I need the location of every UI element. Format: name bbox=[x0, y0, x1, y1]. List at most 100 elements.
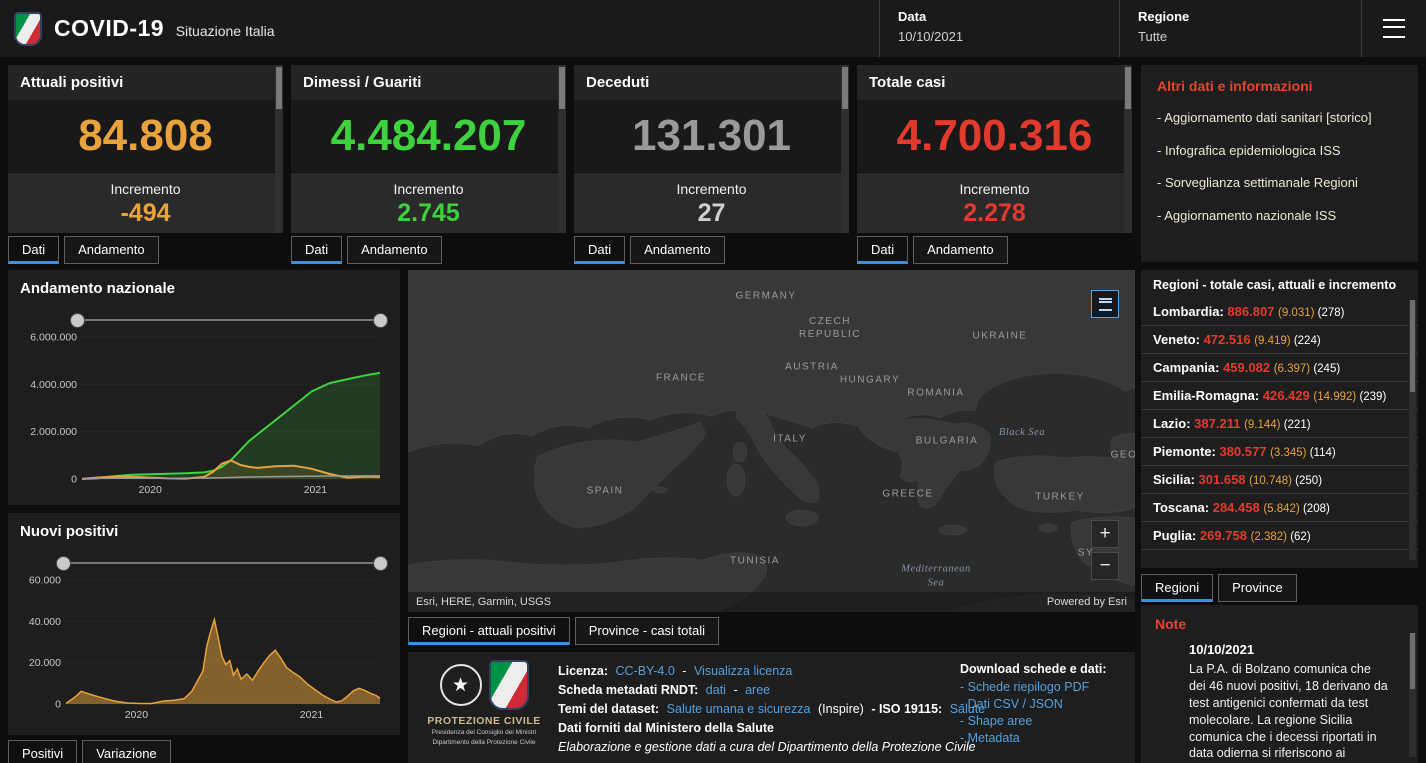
notes-scrollbar[interactable] bbox=[1409, 633, 1416, 757]
date-value: 10/10/2021 bbox=[898, 29, 1101, 44]
scrollbar-thumb[interactable] bbox=[559, 67, 565, 109]
stat-card-value: 4.484.207 bbox=[291, 100, 566, 172]
notes-panel: Note 10/10/2021 La P.A. di Bolzano comun… bbox=[1141, 605, 1418, 763]
time-range-slider[interactable] bbox=[58, 554, 386, 572]
info-link-infografica-iss[interactable]: - Infografica epidemiologica ISS bbox=[1157, 142, 1402, 160]
date-filter[interactable]: Data 10/10/2021 bbox=[879, 0, 1119, 57]
tab-positivi[interactable]: Positivi bbox=[8, 740, 77, 763]
info-panel: Altri dati e informazioni - Aggiornament… bbox=[1141, 65, 1418, 262]
tab-regioni[interactable]: Regioni bbox=[1141, 574, 1213, 602]
tab-andamento[interactable]: Andamento bbox=[64, 236, 159, 264]
increment-label: Incremento bbox=[8, 173, 283, 197]
tab-andamento[interactable]: Andamento bbox=[347, 236, 442, 264]
nuovi-positivi-chart: 60.00040.00020.000020202021 bbox=[20, 574, 388, 722]
region-increment: (250) bbox=[1295, 475, 1322, 487]
tab-dati[interactable]: Dati bbox=[574, 236, 625, 264]
region-row[interactable]: Sicilia: 301.658 (10.748) (250) bbox=[1141, 466, 1418, 494]
andamento-chart: 6.000.0004.000.0002.000.000020202021 bbox=[20, 331, 388, 497]
scrollbar-thumb[interactable] bbox=[1410, 633, 1415, 689]
region-row[interactable]: Toscana: 284.458 (5.842) (208) bbox=[1141, 494, 1418, 522]
tab-dati[interactable]: Dati bbox=[8, 236, 59, 264]
license-line: Licenza: CC-BY-4.0 - Visualizza licenza bbox=[558, 662, 958, 681]
tab-andamento[interactable]: Andamento bbox=[630, 236, 725, 264]
time-slider-handle-end[interactable] bbox=[373, 313, 388, 328]
download-metadata-link[interactable]: - Metadata bbox=[960, 730, 1130, 747]
regions-panel-title: Regioni - totale casi, attuali e increme… bbox=[1141, 270, 1418, 298]
info-link-aggiornamento-sanitari[interactable]: - Aggiornamento dati sanitari [storico] bbox=[1157, 109, 1402, 127]
region-total: 301.658 bbox=[1199, 472, 1250, 487]
region-total: 459.082 bbox=[1223, 360, 1274, 375]
licenza-link[interactable]: CC-BY-4.0 bbox=[616, 664, 675, 678]
time-slider-handle-end[interactable] bbox=[373, 556, 388, 571]
scrollbar-thumb[interactable] bbox=[1125, 67, 1131, 109]
region-attuali: (2.382) bbox=[1251, 531, 1291, 543]
map-legend-button[interactable] bbox=[1091, 290, 1119, 318]
logo-text: PROTEZIONE CIVILE bbox=[420, 715, 548, 727]
stat-card-dimessi-guariti: Dimessi / Guariti 4.484.207 Incremento 2… bbox=[291, 65, 566, 233]
tab-dati[interactable]: Dati bbox=[857, 236, 908, 264]
region-row[interactable]: Piemonte: 380.577 (3.345) (114) bbox=[1141, 438, 1418, 466]
svg-text:2021: 2021 bbox=[300, 709, 324, 721]
region-name: Sicilia: bbox=[1153, 472, 1199, 487]
tab-province[interactable]: Province bbox=[1218, 574, 1297, 602]
tab-regioni-attuali-positivi[interactable]: Regioni - attuali positivi bbox=[408, 617, 570, 645]
zoom-in-button[interactable]: + bbox=[1091, 520, 1119, 548]
fonte-line: Dati forniti dal Ministero della Salute bbox=[558, 719, 958, 738]
svg-text:2020: 2020 bbox=[139, 484, 163, 496]
map-canvas[interactable] bbox=[408, 270, 1135, 612]
region-row[interactable]: Lazio: 387.211 (9.144) (221) bbox=[1141, 410, 1418, 438]
region-row[interactable]: Emilia-Romagna: 426.429 (14.992) (239) bbox=[1141, 382, 1418, 410]
region-row[interactable]: Campania: 459.082 (6.397) (245) bbox=[1141, 354, 1418, 382]
region-total: 380.577 bbox=[1219, 444, 1270, 459]
info-link-aggiornamento-iss[interactable]: - Aggiornamento nazionale ISS bbox=[1157, 207, 1402, 225]
region-name: Puglia: bbox=[1153, 528, 1200, 543]
increment-section: Incremento 2.278 bbox=[857, 172, 1132, 233]
download-schede-pdf-link[interactable]: - Schede riepilogo PDF bbox=[960, 679, 1130, 696]
metadati-aree-link[interactable]: aree bbox=[745, 683, 770, 697]
increment-label: Incremento bbox=[857, 173, 1132, 197]
region-increment: (62) bbox=[1290, 531, 1310, 543]
regions-scrollbar[interactable] bbox=[1409, 300, 1416, 560]
metadati-dati-link[interactable]: dati bbox=[706, 683, 726, 697]
zoom-out-button[interactable]: − bbox=[1091, 552, 1119, 580]
increment-section: Incremento 2.745 bbox=[291, 172, 566, 233]
slider-track bbox=[62, 562, 382, 564]
tab-andamento[interactable]: Andamento bbox=[913, 236, 1008, 264]
region-row[interactable]: Veneto: 472.516 (9.419) (224) bbox=[1141, 326, 1418, 354]
download-shape-aree-link[interactable]: - Shape aree bbox=[960, 713, 1130, 730]
menu-button[interactable] bbox=[1361, 0, 1426, 57]
increment-value: -494 bbox=[8, 199, 283, 228]
region-attuali: (6.397) bbox=[1274, 363, 1314, 375]
stat-card-scrollbar[interactable] bbox=[1124, 65, 1132, 233]
powered-by-esri: Powered by Esri bbox=[1047, 596, 1127, 608]
region-attuali: (9.144) bbox=[1244, 419, 1284, 431]
stat-card-scrollbar[interactable] bbox=[275, 65, 283, 233]
info-link-sorveglianza-regioni[interactable]: - Sorveglianza settimanale Regioni bbox=[1157, 174, 1402, 192]
stat-card-title: Dimessi / Guariti bbox=[291, 65, 566, 100]
logo-subtext-2: Dipartimento della Protezione Civile bbox=[420, 739, 548, 747]
region-filter[interactable]: Regione Tutte bbox=[1119, 0, 1361, 57]
region-row[interactable]: Puglia: 269.758 (2.382) (62) bbox=[1141, 522, 1418, 550]
region-name: Lombardia: bbox=[1153, 304, 1227, 319]
download-csv-json-link[interactable]: - Dati CSV / JSON bbox=[960, 696, 1130, 713]
time-slider-handle-start[interactable] bbox=[56, 556, 71, 571]
tab-variazione[interactable]: Variazione bbox=[82, 740, 170, 763]
stat-col-deceduti: Deceduti 131.301 Incremento 27 Dati Anda… bbox=[574, 65, 849, 264]
scrollbar-thumb[interactable] bbox=[842, 67, 848, 109]
app-subtitle: Situazione Italia bbox=[176, 23, 275, 39]
increment-label: Incremento bbox=[574, 173, 849, 197]
app-title: COVID-19 bbox=[54, 15, 164, 41]
tab-dati[interactable]: Dati bbox=[291, 236, 342, 264]
stat-card-scrollbar[interactable] bbox=[841, 65, 849, 233]
region-row[interactable]: Lombardia: 886.807 (9.031) (278) bbox=[1141, 298, 1418, 326]
tab-province-casi-totali[interactable]: Province - casi totali bbox=[575, 617, 719, 645]
temi-salute-link[interactable]: Salute umana e sicurezza bbox=[667, 702, 811, 716]
stat-card-scrollbar[interactable] bbox=[558, 65, 566, 233]
scrollbar-thumb[interactable] bbox=[276, 67, 282, 109]
region-attuali: (14.992) bbox=[1313, 391, 1359, 403]
time-range-slider[interactable] bbox=[72, 311, 386, 329]
time-slider-handle-start[interactable] bbox=[70, 313, 85, 328]
scrollbar-thumb[interactable] bbox=[1410, 300, 1415, 392]
note-date: 10/10/2021 bbox=[1189, 642, 1404, 657]
visualizza-licenza-link[interactable]: Visualizza licenza bbox=[694, 664, 792, 678]
